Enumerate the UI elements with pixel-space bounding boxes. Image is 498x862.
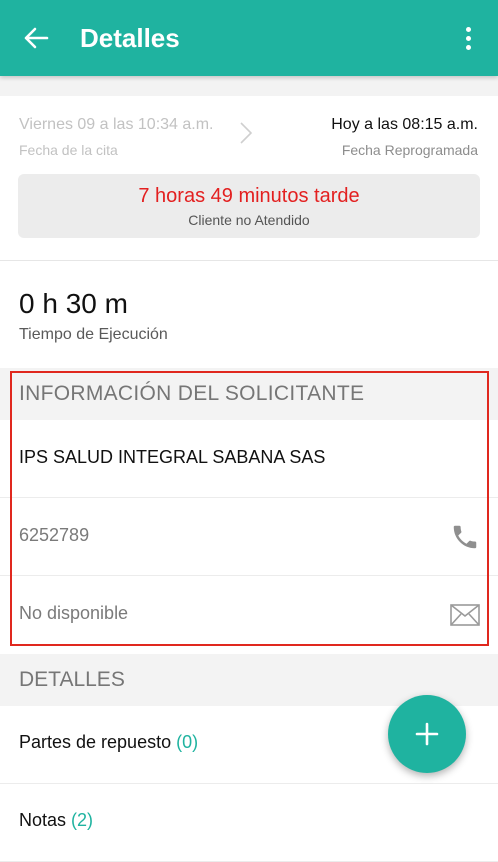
page-title: Detalles: [80, 23, 180, 53]
notes-row[interactable]: Notas (2): [0, 784, 498, 862]
more-options-icon[interactable]: [456, 22, 480, 54]
execution-time-label: Tiempo de Ejecución: [19, 326, 168, 343]
chevron-right-icon: [238, 120, 254, 151]
requester-name: IPS SALUD INTEGRAL SABANA SAS: [19, 447, 326, 467]
envelope-icon[interactable]: [450, 604, 480, 631]
requester-section-title: INFORMACIÓN DEL SOLICITANTE: [19, 382, 365, 405]
back-arrow-icon[interactable]: [20, 22, 52, 54]
rescheduled-date-label: Fecha Reprogramada: [341, 142, 478, 158]
spare-parts-count: (0): [176, 732, 199, 752]
requester-phone-row[interactable]: 6252789: [0, 498, 498, 576]
execution-time: 0 h 30 m Tiempo de Ejecución: [19, 288, 168, 344]
notes-count: (2): [71, 810, 94, 830]
requester-email: No disponible: [19, 603, 129, 623]
requester-section-header: INFORMACIÓN DEL SOLICITANTE: [0, 368, 498, 420]
phone-icon[interactable]: [450, 522, 480, 557]
original-date: Viernes 09 a las 10:34 a.m. Fecha de la …: [19, 116, 214, 158]
notes-text: Notas: [19, 810, 67, 830]
requester-email-row[interactable]: No disponible: [0, 576, 498, 653]
app-bar: Detalles: [0, 0, 498, 76]
delay-text: 7 horas 49 minutos tarde: [138, 185, 360, 207]
requester-phone: 6252789: [19, 525, 90, 545]
spare-parts-text: Partes de repuesto: [19, 732, 172, 752]
requester-section: INFORMACIÓN DEL SOLICITANTE IPS SALUD IN…: [0, 368, 498, 653]
rescheduled-date: Hoy a las 08:15 a.m. Fecha Reprogramada: [331, 116, 478, 158]
original-date-value: Viernes 09 a las 10:34 a.m.: [19, 116, 214, 133]
notes-label: Notas (2): [19, 810, 93, 831]
plus-icon: [415, 722, 439, 746]
original-date-label: Fecha de la cita: [19, 142, 118, 158]
details-section-title: DETALLES: [19, 668, 125, 691]
rescheduled-date-value: Hoy a las 08:15 a.m.: [331, 116, 478, 133]
requester-name-row: IPS SALUD INTEGRAL SABANA SAS: [0, 420, 498, 498]
delay-status-box: 7 horas 49 minutos tarde Cliente no Aten…: [18, 174, 480, 238]
add-button[interactable]: [388, 695, 466, 773]
attendance-status: Cliente no Atendido: [188, 212, 310, 228]
spare-parts-label: Partes de repuesto (0): [19, 732, 198, 753]
execution-time-value: 0 h 30 m: [19, 288, 128, 319]
divider: [0, 260, 498, 261]
